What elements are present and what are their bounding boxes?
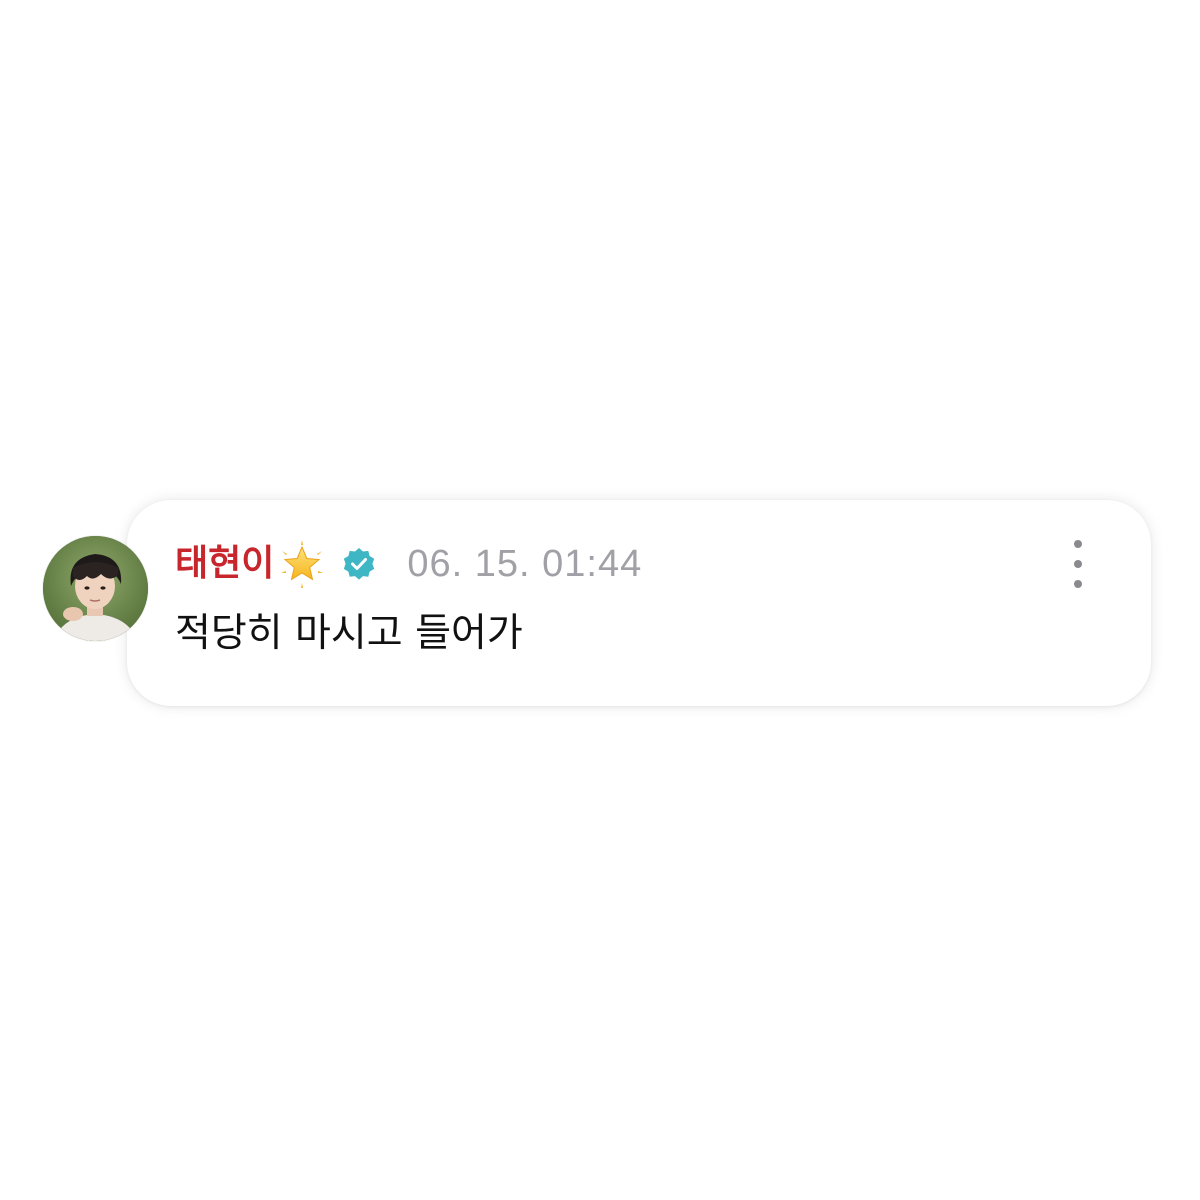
- author-name[interactable]: 태현이: [175, 546, 274, 582]
- comment-card: [127, 500, 1151, 706]
- page: 태현이 06. 15. 01:44 적당히 마시고 들어가: [0, 0, 1200, 1200]
- avatar[interactable]: [43, 536, 148, 641]
- more-vertical-icon: [1074, 540, 1082, 548]
- avatar-image: [43, 536, 148, 641]
- comment-timestamp: 06. 15. 01:44: [407, 543, 643, 585]
- more-options-button[interactable]: [1060, 540, 1096, 588]
- comment-header: 태현이 06. 15. 01:44: [175, 536, 642, 592]
- glowing-star-icon: [277, 539, 327, 589]
- comment-text: 적당히 마시고 들어가: [175, 611, 523, 656]
- verified-check-icon: [341, 546, 377, 582]
